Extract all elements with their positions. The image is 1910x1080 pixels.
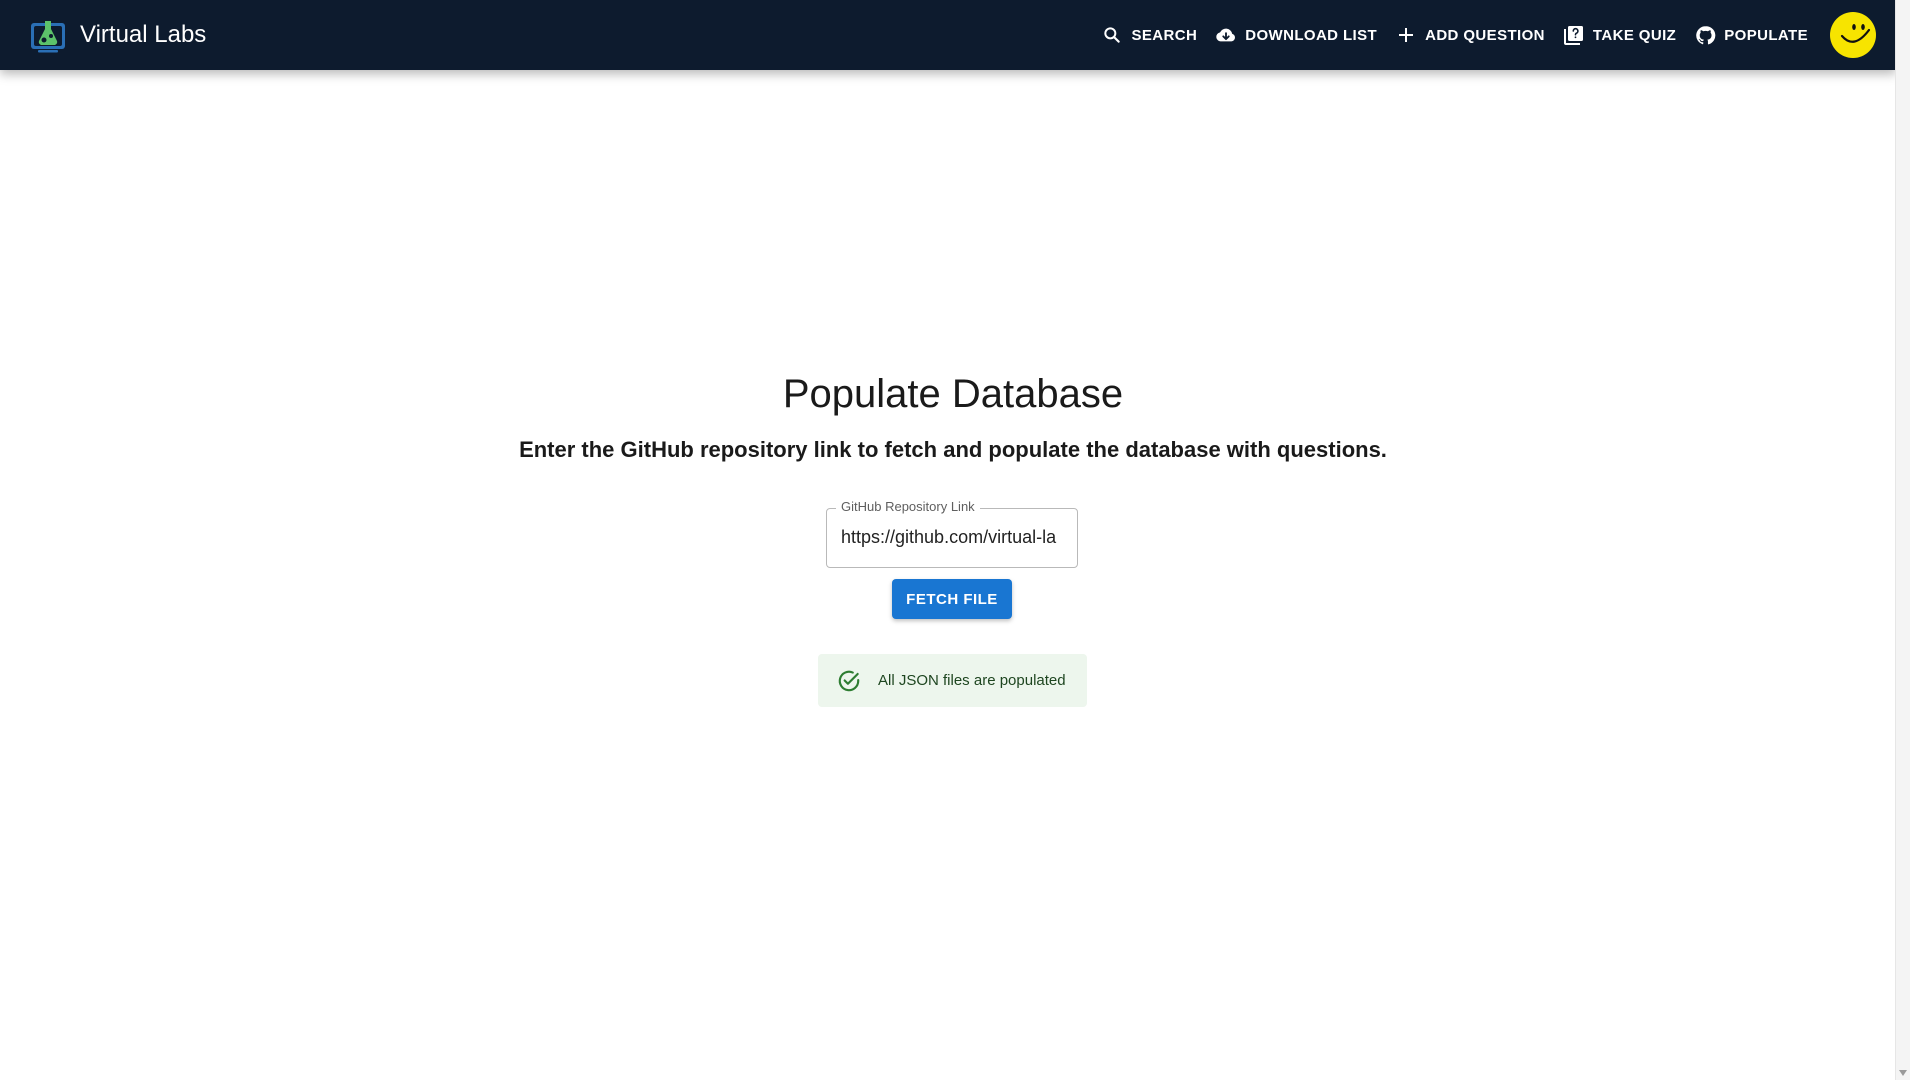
cloud-download-icon (1215, 24, 1237, 46)
download-list-button[interactable]: DOWNLOAD LIST (1207, 15, 1385, 55)
main-content (0, 70, 1896, 1080)
take-quiz-button-label: TAKE QUIZ (1592, 26, 1677, 44)
scroll-down-arrow-icon[interactable] (1899, 1070, 1907, 1076)
app-title: Virtual Labs (80, 21, 207, 48)
brand[interactable]: Virtual Labs (28, 15, 206, 55)
app-bar: Virtual Labs SEARCH DOWNLOAD LIST ADD QU… (0, 0, 1896, 70)
add-question-button-label: ADD QUESTION (1425, 26, 1545, 44)
repo-link-input[interactable]: https://github.com/virtual-la (841, 508, 1063, 566)
search-button[interactable]: SEARCH (1093, 15, 1205, 55)
search-button-label: SEARCH (1131, 26, 1198, 44)
success-alert-text: All JSON files are populated (878, 672, 1066, 689)
top-nav: SEARCH DOWNLOAD LIST ADD QUESTION TAKE Q… (1091, 0, 1876, 70)
fetch-file-button[interactable]: FETCH FILE (892, 579, 1012, 619)
add-question-button[interactable]: ADD QUESTION (1387, 15, 1553, 55)
virtual-labs-logo-icon (28, 15, 68, 55)
populate-button[interactable]: POPULATE (1686, 15, 1816, 55)
take-quiz-button[interactable]: TAKE QUIZ (1555, 15, 1684, 55)
success-alert: All JSON files are populated (818, 654, 1087, 707)
vertical-scrollbar[interactable] (1895, 0, 1910, 1080)
quiz-icon (1563, 24, 1585, 46)
check-circle-icon (836, 668, 862, 694)
app-window: Virtual Labs SEARCH DOWNLOAD LIST ADD QU… (0, 0, 1910, 1080)
download-list-button-label: DOWNLOAD LIST (1245, 26, 1378, 44)
populate-button-label: POPULATE (1724, 26, 1808, 44)
page-title: Populate Database (782, 372, 1124, 416)
user-avatar[interactable] (1830, 12, 1876, 58)
smiley-avatar-icon (1831, 13, 1875, 57)
page-subtitle: Enter the GitHub repository link to fetc… (519, 437, 1387, 462)
plus-icon (1395, 24, 1417, 46)
github-icon (1694, 24, 1716, 46)
search-icon (1101, 24, 1123, 46)
repo-link-field[interactable]: GitHub Repository Link https://github.co… (826, 499, 1078, 568)
